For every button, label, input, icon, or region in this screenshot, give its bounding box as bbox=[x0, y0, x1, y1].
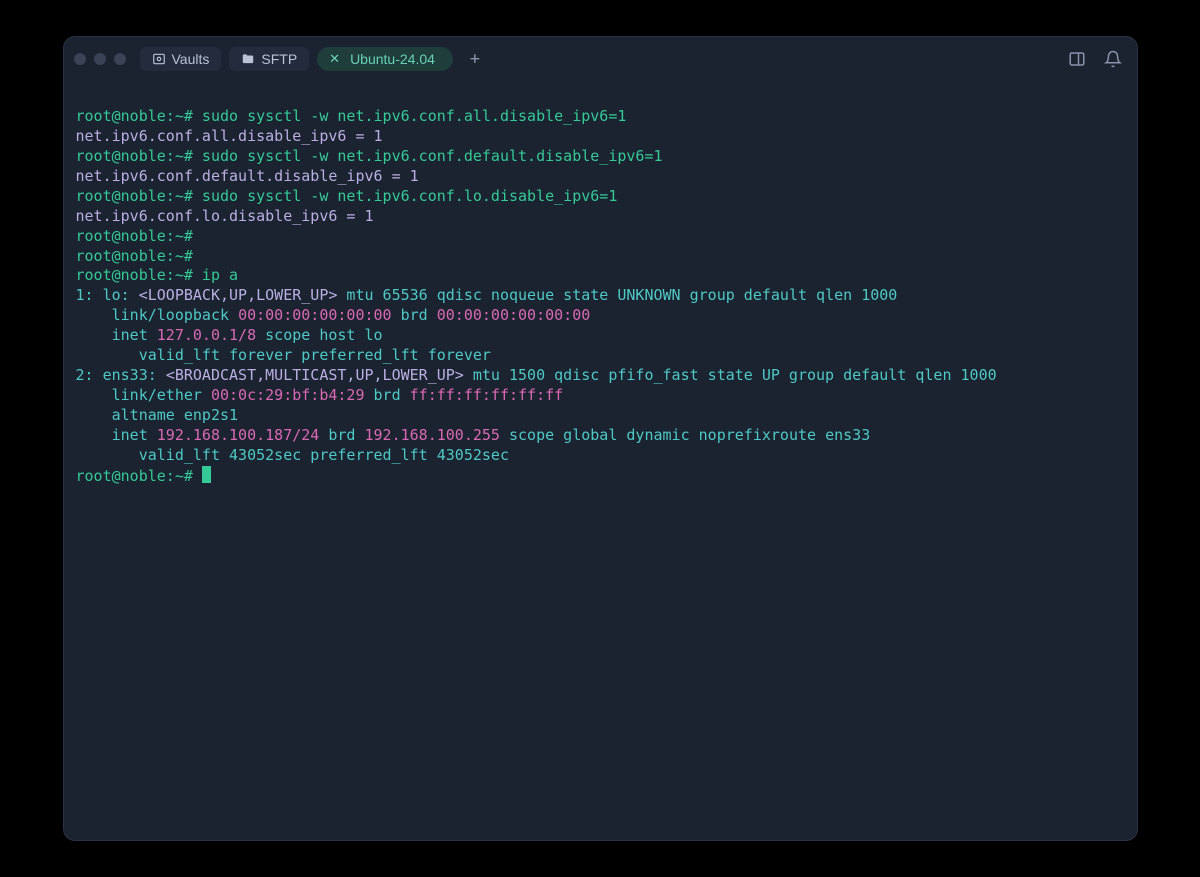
prompt: root@noble:~# bbox=[76, 107, 193, 125]
ip-line: 2: ens33: bbox=[76, 366, 166, 384]
vaults-button[interactable]: Vaults bbox=[140, 47, 222, 71]
window-controls bbox=[74, 53, 126, 65]
prompt: root@noble:~# bbox=[76, 227, 193, 245]
mac-addr: ff:ff:ff:ff:ff:ff bbox=[410, 386, 564, 404]
prompt: root@noble:~# bbox=[76, 467, 193, 485]
tab-label: Ubuntu-24.04 bbox=[350, 51, 435, 67]
ip-addr: 127.0.0.1/8 bbox=[157, 326, 256, 344]
cursor bbox=[202, 466, 211, 483]
ip-line: brd bbox=[392, 306, 437, 324]
output-line: net.ipv6.conf.lo.disable_ipv6 = 1 bbox=[76, 207, 374, 225]
ip-line: link/ether bbox=[76, 386, 211, 404]
prompt: root@noble:~# bbox=[76, 147, 193, 165]
cmd-line: sudo sysctl -w net.ipv6.conf.lo.disable_… bbox=[193, 187, 617, 205]
cmd-line bbox=[193, 247, 202, 265]
ip-line: valid_lft 43052sec preferred_lft 43052se… bbox=[76, 446, 509, 464]
prompt: root@noble:~# bbox=[76, 187, 193, 205]
ip-line: valid_lft forever preferred_lft forever bbox=[76, 346, 491, 364]
cmd-line: sudo sysctl -w net.ipv6.conf.all.disable… bbox=[193, 107, 626, 125]
cmd-line bbox=[193, 227, 202, 245]
prompt: root@noble:~# bbox=[76, 266, 193, 284]
output-line: net.ipv6.conf.default.disable_ipv6 = 1 bbox=[76, 167, 419, 185]
panel-icon bbox=[1068, 50, 1086, 68]
mac-addr: 00:0c:29:bf:b4:29 bbox=[211, 386, 365, 404]
minimize-window-button[interactable] bbox=[94, 53, 106, 65]
prompt: root@noble:~# bbox=[76, 247, 193, 265]
cmd-line: sudo sysctl -w net.ipv6.conf.default.dis… bbox=[193, 147, 663, 165]
terminal-window: Vaults SFTP ✕ Ubuntu-24.04 + bbox=[63, 36, 1138, 841]
output-line: net.ipv6.conf.all.disable_ipv6 = 1 bbox=[76, 127, 383, 145]
zoom-window-button[interactable] bbox=[114, 53, 126, 65]
close-window-button[interactable] bbox=[74, 53, 86, 65]
new-tab-button[interactable]: + bbox=[461, 45, 489, 73]
bell-icon bbox=[1104, 50, 1122, 68]
ip-flags: <LOOPBACK,UP,LOWER_UP> bbox=[139, 286, 338, 304]
folder-icon bbox=[241, 52, 255, 66]
ip-line: brd bbox=[365, 386, 410, 404]
terminal-content[interactable]: root@noble:~# sudo sysctl -w net.ipv6.co… bbox=[64, 81, 1137, 840]
vaults-label: Vaults bbox=[172, 51, 210, 67]
plus-icon: + bbox=[470, 49, 480, 69]
ip-line: brd bbox=[319, 426, 364, 444]
mac-addr: 00:00:00:00:00:00 bbox=[437, 306, 591, 324]
ip-line: scope host lo bbox=[256, 326, 382, 344]
panel-toggle-button[interactable] bbox=[1063, 45, 1091, 73]
sftp-label: SFTP bbox=[261, 51, 297, 67]
ip-addr: 192.168.100.187/24 bbox=[157, 426, 320, 444]
ip-line: mtu 1500 qdisc pfifo_fast state UP group… bbox=[464, 366, 997, 384]
mac-addr: 00:00:00:00:00:00 bbox=[238, 306, 392, 324]
ip-line: link/loopback bbox=[76, 306, 239, 324]
vault-icon bbox=[152, 52, 166, 66]
cmd-line: ip a bbox=[193, 266, 238, 284]
close-tab-icon[interactable]: ✕ bbox=[329, 51, 340, 67]
notifications-button[interactable] bbox=[1099, 45, 1127, 73]
ip-line: scope global dynamic noprefixroute ens33 bbox=[500, 426, 870, 444]
ip-line: inet bbox=[76, 326, 157, 344]
ip-line: mtu 65536 qdisc noqueue state UNKNOWN gr… bbox=[337, 286, 897, 304]
tab-ubuntu[interactable]: ✕ Ubuntu-24.04 bbox=[317, 47, 453, 71]
ip-line: inet bbox=[76, 426, 157, 444]
ip-line: 1: lo: bbox=[76, 286, 139, 304]
ip-line: altname enp2s1 bbox=[76, 406, 239, 424]
ip-addr: 192.168.100.255 bbox=[365, 426, 500, 444]
titlebar: Vaults SFTP ✕ Ubuntu-24.04 + bbox=[64, 37, 1137, 81]
ip-flags: <BROADCAST,MULTICAST,UP,LOWER_UP> bbox=[166, 366, 464, 384]
sftp-button[interactable]: SFTP bbox=[229, 47, 309, 71]
